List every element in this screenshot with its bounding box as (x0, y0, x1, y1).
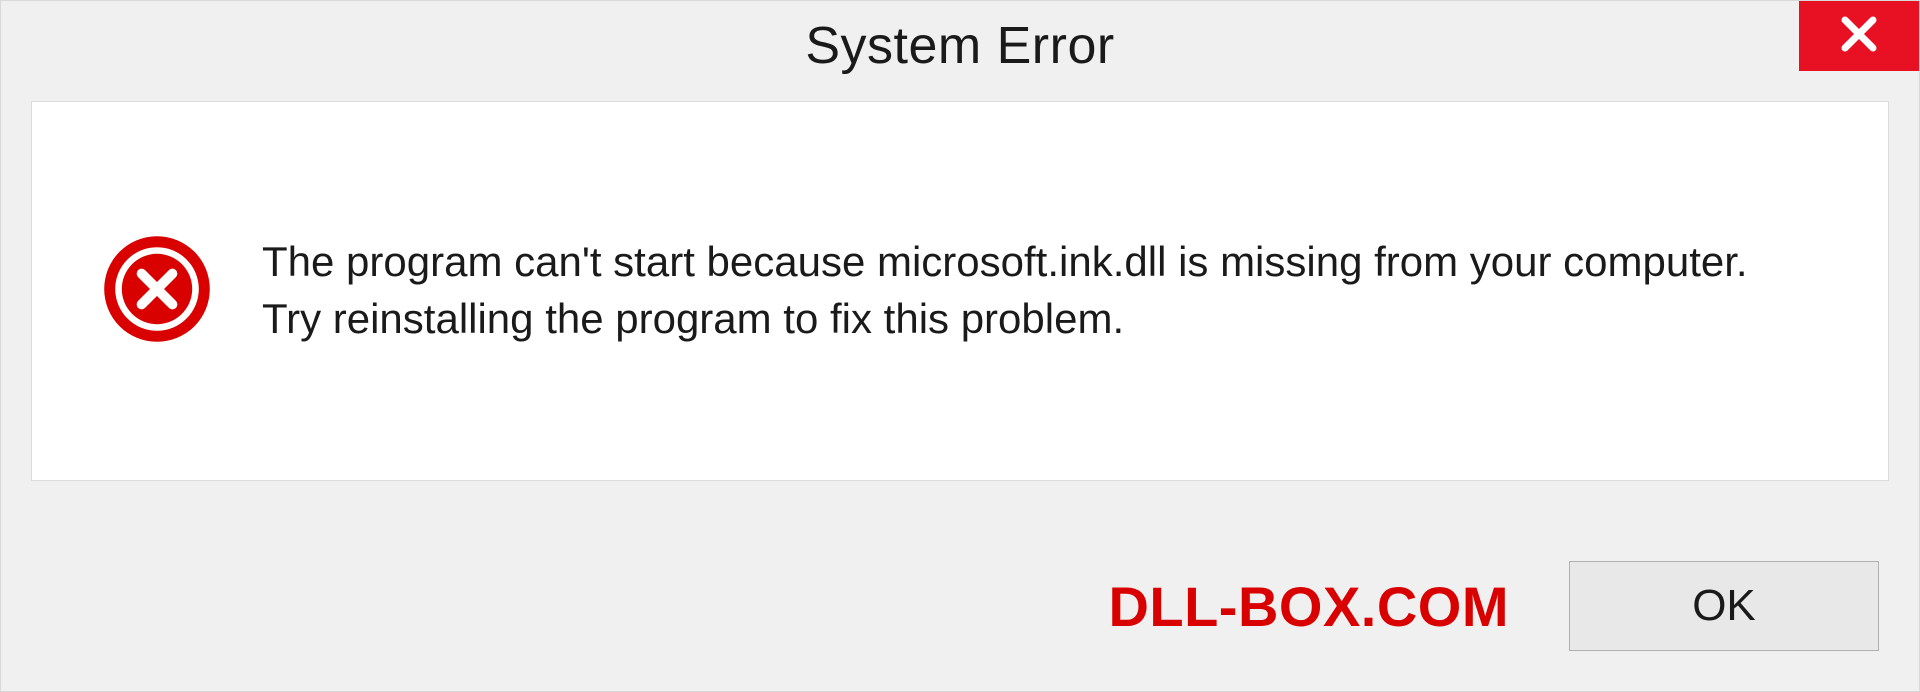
error-message: The program can't start because microsof… (262, 234, 1762, 347)
titlebar: System Error (1, 1, 1919, 91)
dialog-footer: DLL-BOX.COM OK (1, 546, 1919, 666)
close-button[interactable] (1799, 1, 1919, 71)
error-dialog: System Error The program can't start bec… (0, 0, 1920, 692)
watermark-text: DLL-BOX.COM (1108, 574, 1509, 639)
dialog-title: System Error (805, 16, 1114, 76)
content-panel: The program can't start because microsof… (31, 101, 1889, 481)
ok-button[interactable]: OK (1569, 561, 1879, 651)
error-icon (102, 234, 212, 349)
close-icon (1835, 10, 1883, 63)
ok-button-label: OK (1692, 581, 1756, 631)
